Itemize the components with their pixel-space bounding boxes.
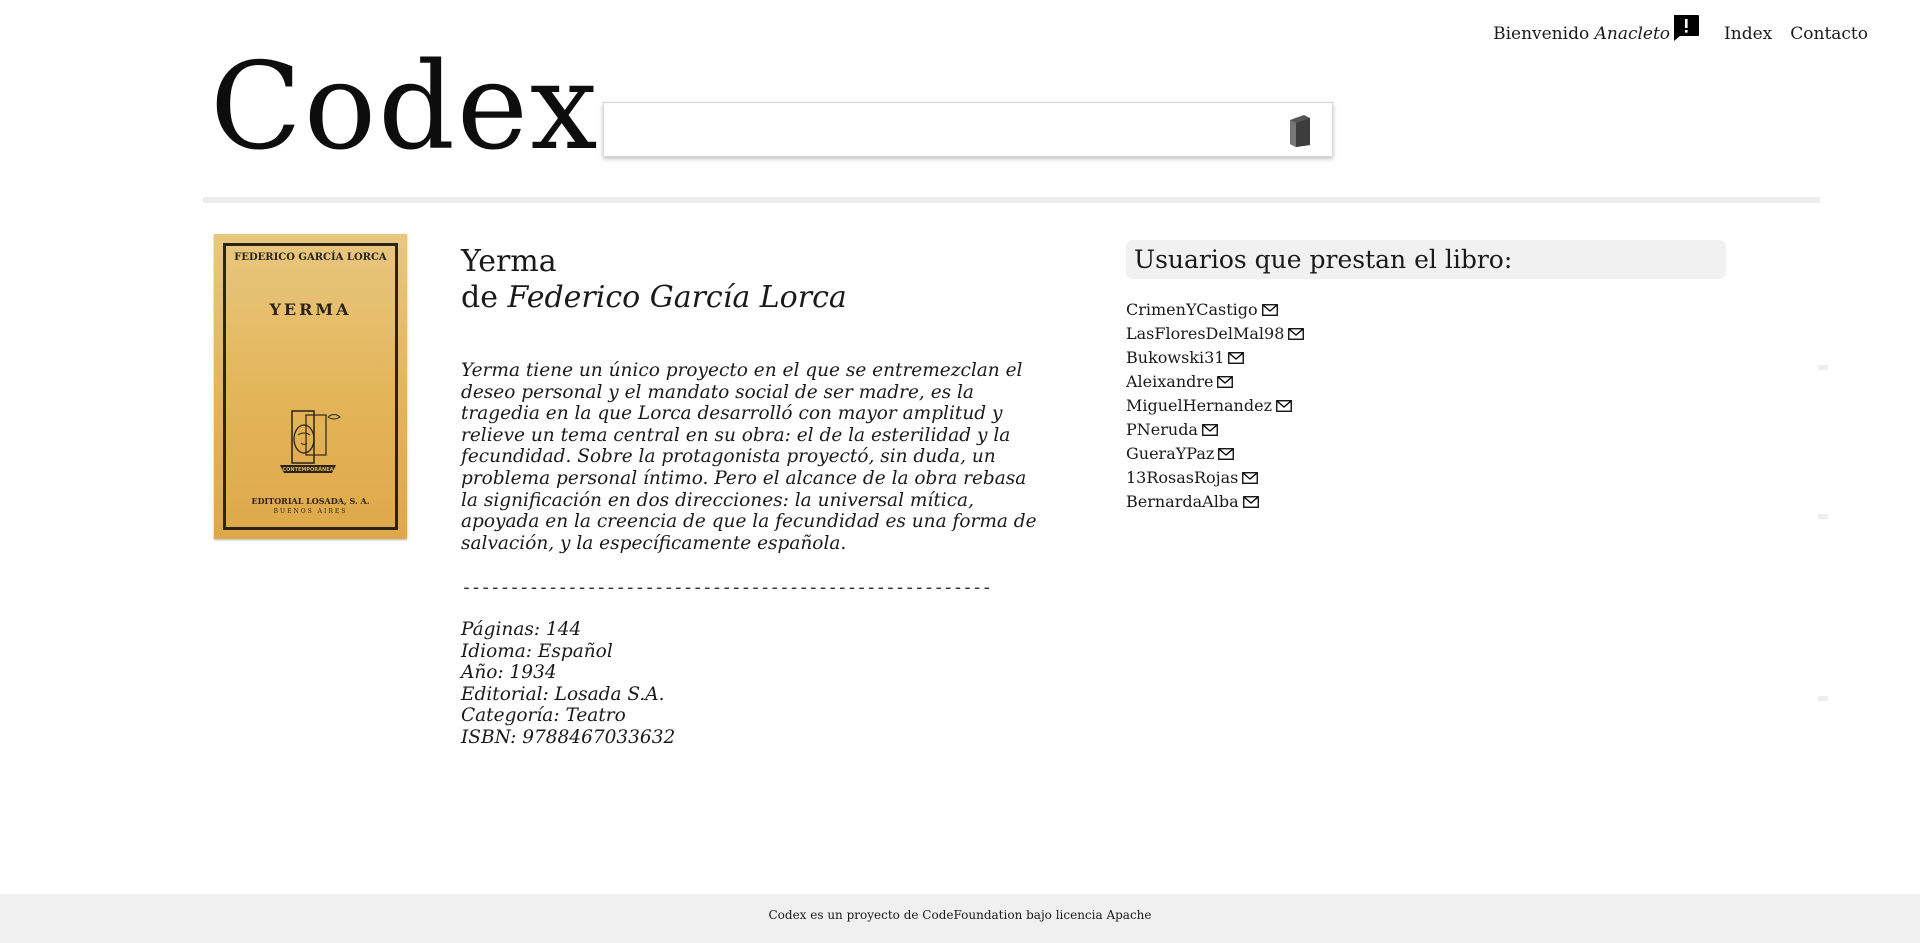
author-prefix: de: [461, 280, 498, 315]
welcome-message: Bienvenido Anacleto: [1493, 24, 1670, 44]
mail-icon[interactable]: [1261, 304, 1278, 316]
lenders-heading: Usuarios que prestan el libro:: [1126, 240, 1726, 279]
separator-line: ----------------------------------------…: [461, 577, 992, 598]
header-divider: [203, 197, 1820, 203]
mail-icon[interactable]: [1288, 328, 1305, 340]
scroll-marker: [1818, 365, 1828, 370]
footer: Codex es un proyecto de CodeFoundation b…: [0, 894, 1920, 943]
search-input[interactable]: [616, 103, 1260, 155]
cover-author: FEDERICO GARCÍA LORCA: [234, 252, 387, 263]
lender-username[interactable]: 13RosasRojas: [1126, 466, 1238, 490]
lender-username[interactable]: Aleixandre: [1126, 370, 1213, 394]
detail-language: Idioma: Español: [461, 640, 613, 662]
list-item: Aleixandre: [1126, 370, 1304, 394]
scroll-marker: [1818, 696, 1828, 701]
site-logo[interactable]: Codex: [210, 48, 600, 168]
cover-title: YERMA: [269, 300, 352, 319]
mail-icon[interactable]: [1218, 448, 1235, 460]
book-details: Páginas: 144 Idioma: Español Año: 1934 E…: [461, 619, 675, 749]
book-author: Federico García Lorca: [507, 280, 847, 315]
footer-text: Codex es un proyecto de CodeFoundation b…: [768, 908, 1152, 922]
mail-icon[interactable]: [1242, 496, 1259, 508]
lender-username[interactable]: Bukowski31: [1126, 346, 1224, 370]
cover-series: CONTEMPORÁNEA: [282, 466, 333, 473]
mail-icon[interactable]: [1276, 400, 1292, 412]
book-icon[interactable]: [1286, 114, 1314, 148]
cover-publisher: EDITORIAL LOSADA, S. A.: [251, 496, 370, 506]
lender-username[interactable]: PNeruda: [1126, 418, 1198, 442]
list-item: GueraYPaz: [1126, 442, 1304, 466]
detail-pages: Páginas: 144: [461, 619, 582, 640]
list-item: BernardaAlba: [1126, 490, 1304, 514]
lender-username[interactable]: LasFloresDelMal98: [1126, 322, 1284, 346]
lenders-list: CrimenYCastigo LasFloresDelMal98 Bukowsk…: [1126, 298, 1305, 514]
mail-icon[interactable]: [1202, 424, 1218, 436]
lender-username[interactable]: GueraYPaz: [1126, 442, 1214, 466]
search-box: [603, 102, 1333, 157]
detail-year: Año: 1934: [461, 662, 557, 684]
book-author-line: de Federico García Lorca: [461, 280, 847, 316]
list-item: LasFloresDelMal98: [1126, 322, 1305, 346]
mail-icon[interactable]: [1228, 352, 1245, 364]
scroll-marker: [1818, 514, 1828, 519]
list-item: 13RosasRojas: [1126, 466, 1304, 490]
top-nav: Bienvenido Anacleto Index Contacto: [1493, 14, 1874, 44]
book-cover: FEDERICO GARCÍA LORCA YERMA CONTEMPORÁNE…: [214, 234, 407, 539]
cover-illustration: CONTEMPORÁNEA: [280, 410, 341, 473]
lender-username[interactable]: BernardaAlba: [1126, 490, 1239, 514]
book-synopsis: Yerma tiene un único proyecto en el que …: [461, 360, 1037, 554]
mail-icon[interactable]: [1242, 472, 1259, 484]
list-item: CrimenYCastigo: [1126, 298, 1304, 322]
feedback-icon[interactable]: [1672, 14, 1700, 42]
mail-icon[interactable]: [1217, 376, 1234, 388]
username: Anacleto: [1594, 24, 1671, 44]
welcome-prefix: Bienvenido: [1493, 24, 1590, 44]
book-title: Yerma: [461, 244, 557, 279]
detail-publisher: Editorial: Losada S.A.: [461, 683, 665, 705]
nav-link-contacto[interactable]: Contacto: [1790, 24, 1868, 44]
nav-link-index[interactable]: Index: [1724, 24, 1772, 44]
cover-city: BUENOS AIRES: [273, 508, 348, 515]
lender-username[interactable]: CrimenYCastigo: [1126, 298, 1258, 322]
detail-category: Categoría: Teatro: [461, 705, 626, 727]
list-item: PNeruda: [1126, 418, 1304, 442]
detail-isbn: ISBN: 9788467033632: [461, 726, 676, 748]
list-item: MiguelHernandez: [1126, 394, 1304, 418]
lender-username[interactable]: MiguelHernandez: [1126, 394, 1272, 418]
list-item: Bukowski31: [1126, 346, 1304, 370]
